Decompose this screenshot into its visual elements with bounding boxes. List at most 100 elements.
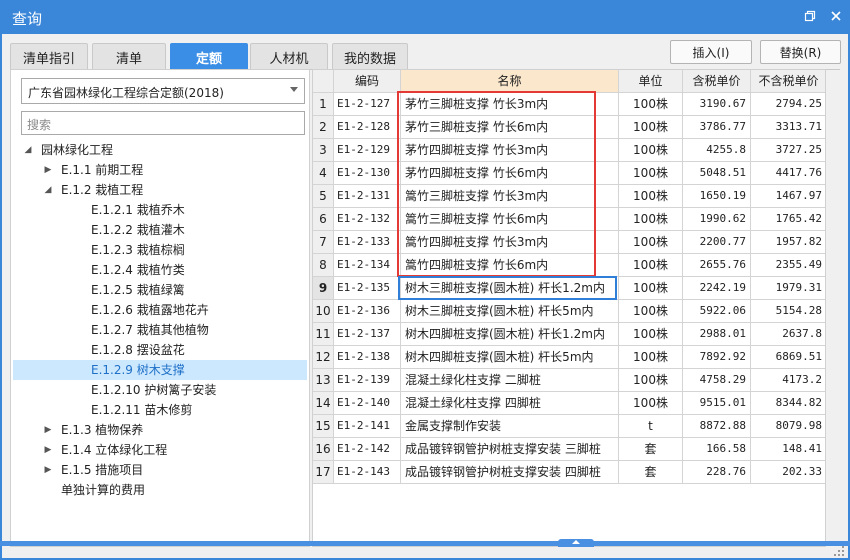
row-number[interactable]: 13 (313, 369, 334, 392)
price-notax-cell[interactable]: 202.33 (751, 461, 825, 484)
tree-node[interactable]: ◢ E.1.2 栽植工程 (13, 180, 307, 200)
price-tax-cell[interactable]: 8872.88 (683, 415, 751, 438)
code-cell[interactable]: E1-2-136 (334, 300, 401, 323)
price-tax-cell[interactable]: 4758.29 (683, 369, 751, 392)
row-number[interactable]: 16 (313, 438, 334, 461)
column-header[interactable] (313, 70, 334, 93)
restore-icon[interactable] (800, 6, 820, 26)
code-cell[interactable]: E1-2-134 (334, 254, 401, 277)
collapsed-arrow-icon[interactable]: ▶ (43, 460, 53, 480)
price-tax-cell[interactable]: 7892.92 (683, 346, 751, 369)
code-cell[interactable]: E1-2-137 (334, 323, 401, 346)
price-tax-cell[interactable]: 2200.77 (683, 231, 751, 254)
row-number[interactable]: 11 (313, 323, 334, 346)
row-number[interactable]: 4 (313, 162, 334, 185)
row-number[interactable]: 1 (313, 93, 334, 116)
unit-cell[interactable]: 100株 (619, 139, 683, 162)
tree-node[interactable]: ▶ E.1.1 前期工程 (13, 160, 307, 180)
name-cell[interactable]: 混凝土绿化柱支撑 四脚桩 (401, 392, 619, 415)
price-notax-cell[interactable]: 3727.25 (751, 139, 825, 162)
row-number[interactable]: 17 (313, 461, 334, 484)
column-header[interactable]: 单位 (619, 70, 683, 93)
unit-cell[interactable]: 100株 (619, 369, 683, 392)
row-number[interactable]: 2 (313, 116, 334, 139)
tree-node[interactable]: E.1.2.6 栽植露地花卉 (13, 300, 307, 320)
name-cell[interactable]: 树木三脚桩支撑(圆木桩) 杆长5m内 (401, 300, 619, 323)
price-tax-cell[interactable]: 1990.62 (683, 208, 751, 231)
tab-3[interactable]: 定额 (170, 43, 248, 70)
row-number[interactable]: 14 (313, 392, 334, 415)
name-cell[interactable]: 茅竹四脚桩支撑 竹长6m内 (401, 162, 619, 185)
price-notax-cell[interactable]: 4417.76 (751, 162, 825, 185)
row-number[interactable]: 7 (313, 231, 334, 254)
price-tax-cell[interactable]: 5922.06 (683, 300, 751, 323)
price-notax-cell[interactable]: 1979.31 (751, 277, 825, 300)
row-number[interactable]: 10 (313, 300, 334, 323)
collapsed-arrow-icon[interactable]: ▶ (43, 160, 53, 180)
unit-cell[interactable]: 100株 (619, 208, 683, 231)
tree-node[interactable]: ◢ 园林绿化工程 (13, 140, 307, 160)
price-notax-cell[interactable]: 4173.2 (751, 369, 825, 392)
insert-button[interactable]: 插入(I) (670, 40, 752, 64)
name-cell[interactable]: 树木四脚桩支撑(圆木桩) 杆长1.2m内 (401, 323, 619, 346)
unit-cell[interactable]: 套 (619, 438, 683, 461)
code-cell[interactable]: E1-2-143 (334, 461, 401, 484)
price-notax-cell[interactable]: 8079.98 (751, 415, 825, 438)
name-cell[interactable]: 金属支撑制作安装 (401, 415, 619, 438)
price-tax-cell[interactable]: 2655.76 (683, 254, 751, 277)
price-notax-cell[interactable]: 1765.42 (751, 208, 825, 231)
column-header[interactable]: 含税单价 (683, 70, 751, 93)
column-header[interactable]: 名称 (401, 70, 619, 93)
column-header[interactable]: 编码 (334, 70, 401, 93)
close-icon[interactable] (826, 6, 846, 26)
name-cell[interactable]: 茅竹四脚桩支撑 竹长3m内 (401, 139, 619, 162)
row-number[interactable]: 8 (313, 254, 334, 277)
unit-cell[interactable]: 100株 (619, 185, 683, 208)
splitter-bar[interactable] (0, 541, 850, 546)
price-notax-cell[interactable]: 2355.49 (751, 254, 825, 277)
code-cell[interactable]: E1-2-133 (334, 231, 401, 254)
unit-cell[interactable]: 套 (619, 461, 683, 484)
tree-node[interactable]: E.1.2.9 树木支撑 (13, 360, 307, 380)
expanded-arrow-icon[interactable]: ◢ (23, 140, 33, 160)
code-cell[interactable]: E1-2-141 (334, 415, 401, 438)
tree-node[interactable]: 单独计算的费用 (13, 480, 307, 500)
name-cell[interactable]: 成品镀锌钢管护树桩支撑安装 三脚桩 (401, 438, 619, 461)
name-cell[interactable]: 篙竹三脚桩支撑 竹长3m内 (401, 185, 619, 208)
row-number[interactable]: 12 (313, 346, 334, 369)
price-notax-cell[interactable]: 6869.51 (751, 346, 825, 369)
unit-cell[interactable]: 100株 (619, 392, 683, 415)
price-notax-cell[interactable]: 1467.97 (751, 185, 825, 208)
tree-node[interactable]: E.1.2.3 栽植棕榈 (13, 240, 307, 260)
price-notax-cell[interactable]: 8344.82 (751, 392, 825, 415)
code-cell[interactable]: E1-2-138 (334, 346, 401, 369)
name-cell[interactable]: 成品镀锌钢管护树桩支撑安装 四脚桩 (401, 461, 619, 484)
tab-4[interactable]: 人材机 (250, 43, 328, 70)
tree-node[interactable]: E.1.2.7 栽植其他植物 (13, 320, 307, 340)
expanded-arrow-icon[interactable]: ◢ (43, 180, 53, 200)
tab-2[interactable]: 清单 (92, 43, 166, 70)
unit-cell[interactable]: 100株 (619, 93, 683, 116)
price-notax-cell[interactable]: 2794.25 (751, 93, 825, 116)
code-cell[interactable]: E1-2-132 (334, 208, 401, 231)
tree-node[interactable]: ▶ E.1.5 措施项目 (13, 460, 307, 480)
code-cell[interactable]: E1-2-129 (334, 139, 401, 162)
price-tax-cell[interactable]: 5048.51 (683, 162, 751, 185)
code-cell[interactable]: E1-2-131 (334, 185, 401, 208)
price-notax-cell[interactable]: 5154.28 (751, 300, 825, 323)
unit-cell[interactable]: 100株 (619, 116, 683, 139)
row-number[interactable]: 15 (313, 415, 334, 438)
code-cell[interactable]: E1-2-140 (334, 392, 401, 415)
tab-1[interactable]: 清单指引 (10, 43, 88, 70)
replace-button[interactable]: 替换(R) (760, 40, 841, 64)
name-cell[interactable]: 篙竹四脚桩支撑 竹长6m内 (401, 254, 619, 277)
price-tax-cell[interactable]: 4255.8 (683, 139, 751, 162)
price-tax-cell[interactable]: 2242.19 (683, 277, 751, 300)
tab-5[interactable]: 我的数据 (332, 43, 408, 70)
collapsed-arrow-icon[interactable]: ▶ (43, 440, 53, 460)
unit-cell[interactable]: 100株 (619, 300, 683, 323)
code-cell[interactable]: E1-2-135 (334, 277, 401, 300)
price-notax-cell[interactable]: 148.41 (751, 438, 825, 461)
unit-cell[interactable]: 100株 (619, 231, 683, 254)
unit-cell[interactable]: t (619, 415, 683, 438)
